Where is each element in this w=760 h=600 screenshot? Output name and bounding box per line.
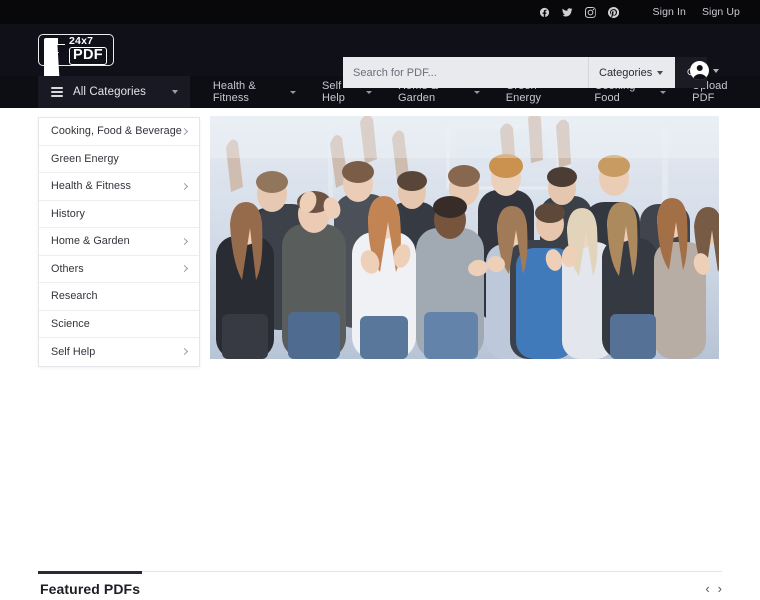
chevron-down-icon [289, 90, 296, 94]
logo-frame: 24x7 PDF [38, 34, 114, 554]
featured-heading-wrap: Featured PDFs [38, 571, 143, 600]
all-categories-button[interactable]: All Categories [38, 76, 190, 108]
sidebar-item-research[interactable]: Research [39, 283, 199, 311]
logo-top-text: 24x7 [69, 34, 94, 47]
chevron-down-icon [657, 70, 664, 75]
featured-title: Featured PDFs [38, 571, 143, 600]
top-bar: Sign In Sign Up [0, 0, 760, 24]
search-categories-dropdown[interactable]: Categories [588, 57, 676, 88]
chevron-down-icon [171, 90, 178, 94]
sidebar-item-label: History [51, 207, 85, 220]
sidebar-item-science[interactable]: Science [39, 311, 199, 338]
sidebar-item-label: Health & Fitness [51, 180, 132, 193]
carousel-next-button[interactable]: › [718, 582, 722, 595]
social-links [539, 6, 619, 18]
sidebar-item-home-garden[interactable]: Home & Garden [39, 228, 199, 256]
sidebar-item-label: Science [51, 317, 90, 330]
sidebar-item-green-energy[interactable]: Green Energy [39, 146, 199, 173]
twitter-icon[interactable] [562, 7, 573, 18]
instagram-icon[interactable] [584, 6, 596, 18]
chevron-down-icon [713, 68, 719, 73]
chevron-right-icon [180, 237, 189, 245]
carousel-prev-button[interactable]: ‹ [705, 582, 709, 595]
sidebar-item-label: Green Energy [51, 152, 119, 165]
sidebar-item-cooking-food-beverage[interactable]: Cooking, Food & Beverage [39, 118, 199, 146]
nav-link-health-fitness[interactable]: Health & Fitness [200, 76, 309, 108]
sidebar-item-health-fitness[interactable]: Health & Fitness [39, 173, 199, 201]
site-header: 24x7 PDF Categories [0, 24, 760, 554]
search-bar: Categories [343, 57, 708, 88]
chevron-right-icon [180, 348, 189, 356]
featured-carousel-nav: ‹ › [705, 582, 722, 595]
pdf-download-icon [44, 37, 65, 554]
chevron-down-icon [660, 90, 667, 94]
account-menu[interactable] [690, 61, 719, 80]
facebook-icon[interactable] [539, 7, 550, 18]
search-input[interactable] [343, 57, 588, 88]
chevron-right-icon [180, 182, 189, 190]
chevron-right-icon [180, 265, 189, 273]
chevron-down-icon [365, 90, 372, 94]
sidebar-item-history[interactable]: History [39, 201, 199, 228]
sign-up-link[interactable]: Sign Up [702, 6, 740, 18]
featured-section: Featured PDFs ‹ › [38, 571, 722, 600]
site-logo[interactable]: 24x7 PDF [38, 34, 114, 554]
sidebar-item-self-help[interactable]: Self Help [39, 338, 199, 366]
hamburger-icon [51, 87, 63, 97]
hero-banner[interactable] [210, 116, 719, 359]
sidebar-item-label: Cooking, Food & Beverage [51, 125, 182, 138]
logo-main-text: PDF [69, 47, 107, 65]
page-body: Cooking, Food & Beverage Green Energy Heal… [0, 108, 760, 600]
nav-link-label: Health & Fitness [212, 80, 256, 104]
hero-image [210, 116, 719, 359]
category-sidebar: Cooking, Food & Beverage Green Energy Heal… [38, 117, 200, 367]
user-avatar-icon [690, 61, 709, 80]
chevron-down-icon [473, 90, 480, 94]
pinterest-icon[interactable] [607, 6, 619, 18]
chevron-right-icon [180, 127, 189, 135]
search-categories-label: Categories [599, 66, 653, 79]
all-categories-label: All Categories [73, 86, 146, 98]
sidebar-item-label: Others [51, 262, 84, 275]
sign-in-link[interactable]: Sign In [653, 6, 686, 18]
sidebar-item-others[interactable]: Others [39, 256, 199, 283]
sidebar-item-label: Home & Garden [51, 235, 130, 248]
sidebar-item-label: Research [51, 290, 98, 303]
logo-text: 24x7 PDF [69, 34, 107, 65]
sidebar-item-label: Self Help [51, 345, 96, 358]
